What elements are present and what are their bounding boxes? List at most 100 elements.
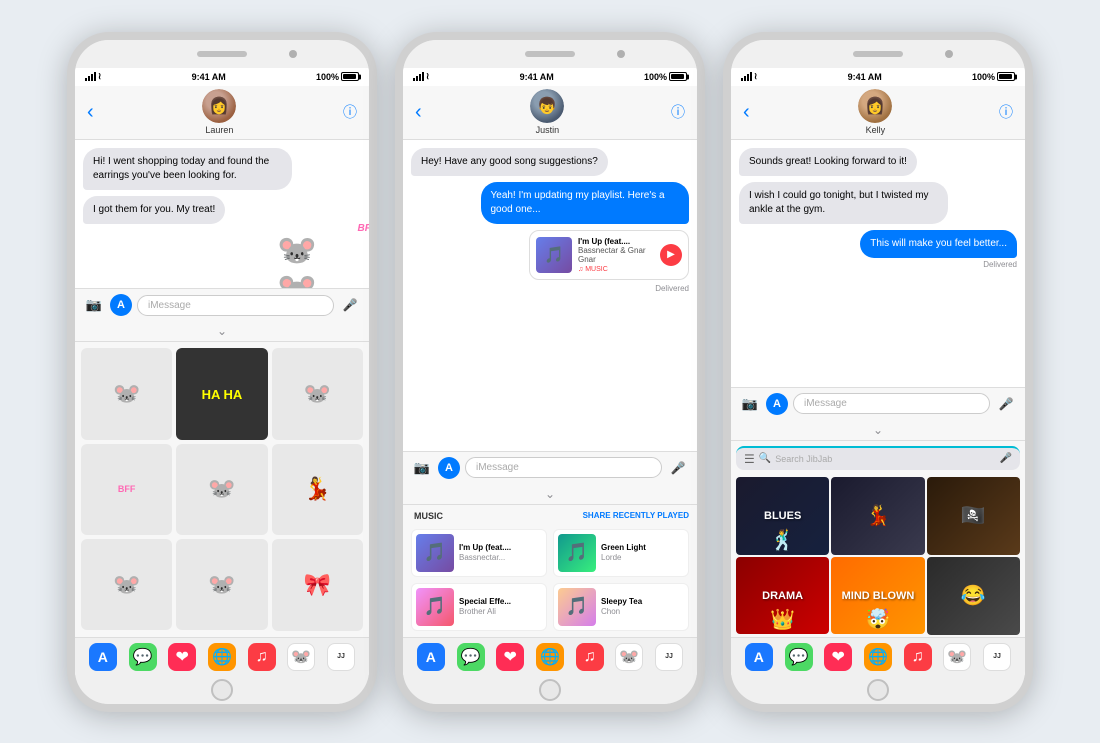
info-button[interactable]: ⓘ [671, 102, 685, 122]
imessage-bar[interactable]: 📷 A iMessage 🎤 [731, 387, 1025, 420]
music-item[interactable]: 🎵 Special Effe... Brother Ali [411, 583, 547, 631]
imessage-bar[interactable]: 📷 A iMessage 🎤 [75, 288, 369, 321]
status-time: 9:41 AM [848, 72, 882, 82]
play-button[interactable]: ▶ [660, 244, 682, 266]
message-input[interactable]: iMessage [137, 295, 334, 316]
contact-name: Lauren [205, 125, 233, 135]
dock-messages[interactable]: 💬 [129, 643, 157, 671]
home-button[interactable] [539, 679, 561, 701]
back-button[interactable]: ‹ [87, 101, 96, 124]
wifi-icon: ≀ [98, 71, 101, 82]
drawer-toggle[interactable]: ⌄ [731, 420, 1025, 440]
jibjab-search-bar[interactable]: ☰ 🔍 Search JibJab 🎤 [736, 446, 1020, 470]
mic-button[interactable]: 🎤 [995, 393, 1017, 415]
jibjab-mic-icon[interactable]: 🎤 [1000, 453, 1012, 464]
dock-messages[interactable]: 💬 [457, 643, 485, 671]
search-icon: 🔍 [759, 453, 771, 464]
dock-mickey[interactable]: 🐭 [943, 643, 971, 671]
info-button[interactable]: ⓘ [999, 102, 1013, 122]
jibjab-item[interactable]: BLUES 🕺 [736, 477, 829, 555]
jibjab-item[interactable]: 😂 [927, 557, 1020, 635]
dock-music[interactable]: ♫ [576, 643, 604, 671]
message-input[interactable]: iMessage [465, 457, 662, 478]
info-button[interactable]: ⓘ [343, 102, 357, 122]
jibjab-search-input[interactable]: Search JibJab [775, 454, 995, 464]
dock-jibjab[interactable]: JJ [983, 643, 1011, 671]
jibjab-item[interactable]: MIND BLOWN 🤯 [831, 557, 924, 635]
input-placeholder: iMessage [476, 462, 519, 473]
screen-justin: ≀ 9:41 AM 100% ‹ 👦 Justin [403, 68, 697, 676]
messages-area-kelly[interactable]: Sounds great! Looking forward to it! I w… [731, 140, 1025, 387]
dock-globe[interactable]: 🌐 [536, 643, 564, 671]
back-button[interactable]: ‹ [415, 101, 424, 124]
signal-bars [85, 72, 96, 81]
mic-button[interactable]: 🎤 [667, 457, 689, 479]
speaker [853, 51, 903, 57]
jibjab-item[interactable]: DRAMA 👑 [736, 557, 829, 635]
apps-button[interactable]: A [438, 457, 460, 479]
status-left: ≀ [741, 71, 757, 82]
imessage-bar[interactable]: 📷 A iMessage 🎤 [403, 451, 697, 484]
dock-music[interactable]: ♫ [248, 643, 276, 671]
dock-globe[interactable]: 🌐 [864, 643, 892, 671]
dock-music[interactable]: ♫ [904, 643, 932, 671]
sticker-item[interactable]: 🎀 [272, 539, 363, 630]
dock-hearts[interactable]: ❤ [168, 643, 196, 671]
jibjab-label: MIND BLOWN [842, 590, 915, 602]
avatar-image: 👩 [202, 89, 236, 123]
message-input[interactable]: iMessage [793, 393, 990, 414]
music-item[interactable]: 🎵 Green Light Lorde [553, 529, 689, 577]
sticker-item[interactable]: 🐭 [176, 539, 267, 630]
messages-area-lauren[interactable]: Hi! I went shopping today and found the … [75, 140, 369, 289]
music-item[interactable]: 🎵 Sleepy Tea Chon [553, 583, 689, 631]
messages-area-justin[interactable]: Hey! Have any good song suggestions? Yea… [403, 140, 697, 451]
sticker-item[interactable]: BFF [81, 444, 172, 535]
sticker-item[interactable]: 💃 [272, 444, 363, 535]
apps-button[interactable]: A [766, 393, 788, 415]
jibjab-item[interactable]: 🏴‍☠️ [927, 477, 1020, 555]
screen-lauren: ≀ 9:41 AM 100% ‹ 👩 Lauren [75, 68, 369, 676]
music-card[interactable]: 🎵 I'm Up (feat.... Bassnectar & Gnar Gna… [529, 230, 689, 280]
dock-hearts[interactable]: ❤ [824, 643, 852, 671]
sticker-item[interactable]: 🐭 [176, 444, 267, 535]
share-recently-label[interactable]: SHARE RECENTLY PLAYED [583, 511, 689, 520]
sticker-item[interactable]: 🐭 [272, 348, 363, 439]
nav-center[interactable]: 👩 Lauren [202, 89, 236, 135]
input-placeholder: iMessage [148, 300, 191, 311]
menu-icon[interactable]: ☰ [744, 452, 755, 466]
delivered-status: Delivered [983, 260, 1017, 269]
home-button[interactable] [867, 679, 889, 701]
music-title: I'm Up (feat.... [459, 543, 511, 552]
mic-button[interactable]: 🎤 [339, 294, 361, 316]
apps-button[interactable]: A [110, 294, 132, 316]
dock-mickey[interactable]: 🐭 [287, 643, 315, 671]
camera-button[interactable]: 📷 [83, 294, 105, 316]
dock-jibjab[interactable]: JJ [327, 643, 355, 671]
music-item[interactable]: 🎵 I'm Up (feat.... Bassnectar... [411, 529, 547, 577]
dock-globe[interactable]: 🌐 [208, 643, 236, 671]
nav-center[interactable]: 👦 Justin [530, 89, 564, 135]
dock-appstore[interactable]: A [417, 643, 445, 671]
music-title: Green Light [601, 543, 646, 552]
home-button[interactable] [211, 679, 233, 701]
drawer-toggle[interactable]: ⌄ [75, 321, 369, 341]
camera-button[interactable]: 📷 [411, 457, 433, 479]
sticker-item[interactable]: 🐭 [81, 348, 172, 439]
camera-button[interactable]: 📷 [739, 393, 761, 415]
dock-appstore[interactable]: A [745, 643, 773, 671]
dock-mickey[interactable]: 🐭 [615, 643, 643, 671]
nav-header-lauren: ‹ 👩 Lauren ⓘ [75, 86, 369, 140]
status-right: 100% [972, 72, 1015, 82]
dock-appstore[interactable]: A [89, 643, 117, 671]
nav-center[interactable]: 👩 Kelly [858, 89, 892, 135]
jibjab-item[interactable]: 💃 [831, 477, 924, 555]
dock-jibjab[interactable]: JJ [655, 643, 683, 671]
music-info: Sleepy Tea Chon [601, 597, 642, 616]
sticker-item[interactable]: HA HA [176, 348, 267, 439]
back-button[interactable]: ‹ [743, 101, 752, 124]
jibjab-label: DRAMA [762, 590, 803, 602]
drawer-toggle[interactable]: ⌄ [403, 484, 697, 504]
dock-messages[interactable]: 💬 [785, 643, 813, 671]
sticker-item[interactable]: 🐭 [81, 539, 172, 630]
dock-hearts[interactable]: ❤ [496, 643, 524, 671]
